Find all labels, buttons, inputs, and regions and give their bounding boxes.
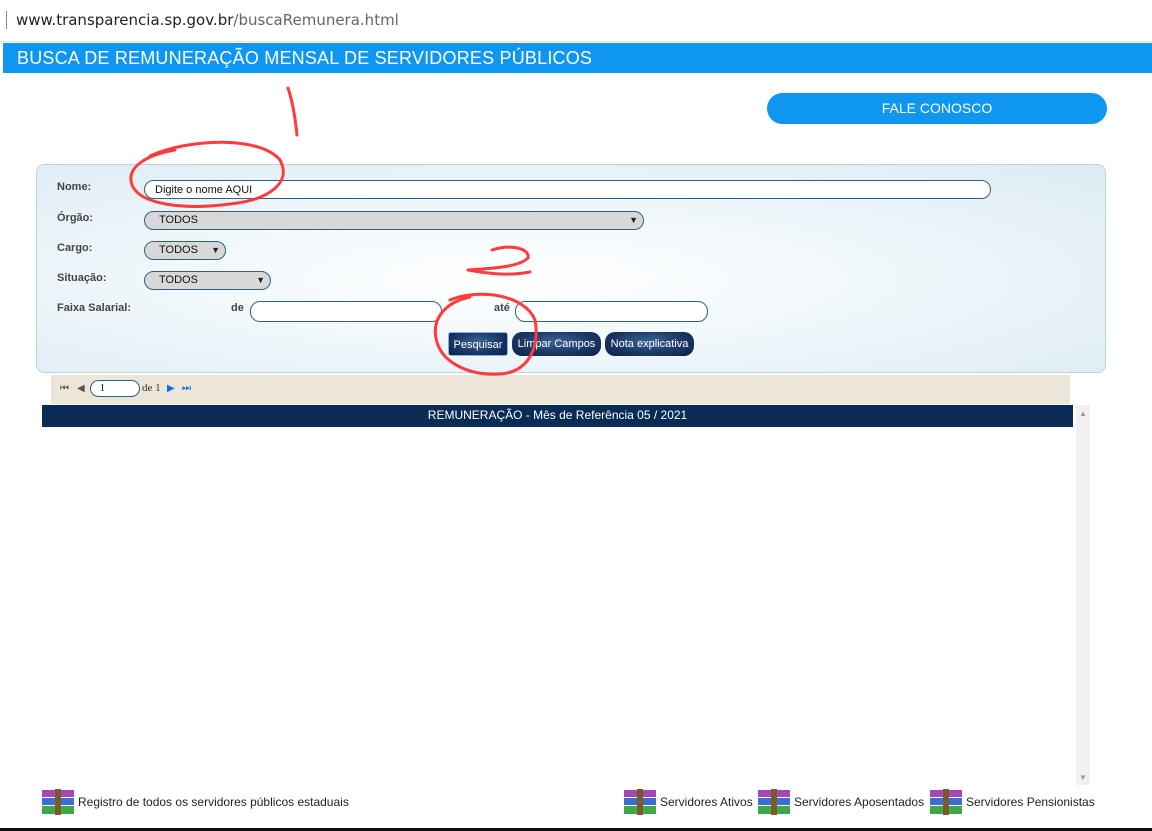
scroll-down-icon[interactable]: ▼	[1079, 773, 1087, 782]
faixa-de-label: de	[231, 302, 244, 314]
annotation-mark-1	[286, 86, 299, 137]
prev-page-icon[interactable]: ◀	[77, 383, 85, 394]
chevron-down-icon: ▼	[629, 215, 638, 225]
archive-icon	[42, 789, 74, 815]
address-bar-url[interactable]: www.transparencia.sp.gov.br/buscaRemuner…	[16, 11, 399, 29]
archive-icon	[624, 789, 656, 815]
orgao-select-value: TODOS	[159, 214, 198, 226]
results-scrollbar[interactable]: ▲ ▼	[1076, 405, 1090, 785]
orgao-label: Órgão:	[57, 212, 94, 224]
page-number-input[interactable]	[90, 380, 140, 397]
last-page-icon[interactable]: ⏭	[182, 383, 191, 394]
situacao-select[interactable]: TODOS ▼	[144, 271, 271, 290]
address-bar-caret	[6, 11, 7, 29]
browser-address-bar[interactable]: www.transparencia.sp.gov.br/buscaRemuner…	[0, 0, 1152, 42]
page-count-label: de 1	[142, 382, 161, 394]
cargo-select[interactable]: TODOS ▼	[144, 241, 226, 260]
cargo-label: Cargo:	[57, 242, 93, 254]
chevron-down-icon: ▼	[256, 275, 265, 285]
faixa-ate-input[interactable]	[515, 301, 708, 322]
situacao-select-value: TODOS	[159, 274, 198, 286]
scroll-up-icon[interactable]: ▲	[1079, 409, 1087, 418]
footer-link-pensioners[interactable]: Servidores Pensionistas	[966, 795, 1095, 809]
explanatory-note-button[interactable]: Nota explicativa	[605, 332, 694, 356]
footer-link-all-servants[interactable]: Registro de todos os servidores públicos…	[78, 795, 349, 809]
footer-link-retired[interactable]: Servidores Aposentados	[794, 795, 924, 809]
faixa-salarial-label: Faixa Salarial:	[57, 302, 131, 314]
url-path: /buscaRemunera.html	[233, 11, 399, 29]
pager-bar: ⏮ ◀ de 1 ▶ ⏭	[51, 375, 1070, 404]
next-page-icon[interactable]: ▶	[167, 383, 175, 394]
nome-label: Nome:	[57, 181, 92, 193]
orgao-select[interactable]: TODOS ▼	[144, 211, 644, 230]
page-title: BUSCA DE REMUNERAÇÃO MENSAL DE SERVIDORE…	[17, 48, 593, 68]
chevron-down-icon: ▼	[211, 245, 220, 255]
first-page-icon[interactable]: ⏮	[60, 383, 69, 394]
footer-link-active[interactable]: Servidores Ativos	[660, 795, 753, 809]
archive-icon	[758, 789, 790, 815]
results-grid-header: REMUNERAÇÃO - Mês de Referência 05 / 202…	[42, 405, 1073, 427]
page-title-bar: BUSCA DE REMUNERAÇÃO MENSAL DE SERVIDORE…	[3, 43, 1152, 73]
faixa-de-input[interactable]	[250, 301, 442, 322]
faixa-ate-label: até	[494, 302, 510, 314]
archive-icon	[930, 789, 962, 815]
search-button[interactable]: Pesquisar	[448, 332, 508, 356]
nome-input[interactable]	[144, 180, 991, 199]
contact-button[interactable]: FALE CONOSCO	[767, 93, 1107, 124]
situacao-label: Situação:	[57, 272, 107, 284]
url-domain: www.transparencia.sp.gov.br	[16, 11, 234, 29]
clear-fields-button[interactable]: Limpar Campos	[512, 332, 601, 356]
cargo-select-value: TODOS	[159, 244, 198, 256]
